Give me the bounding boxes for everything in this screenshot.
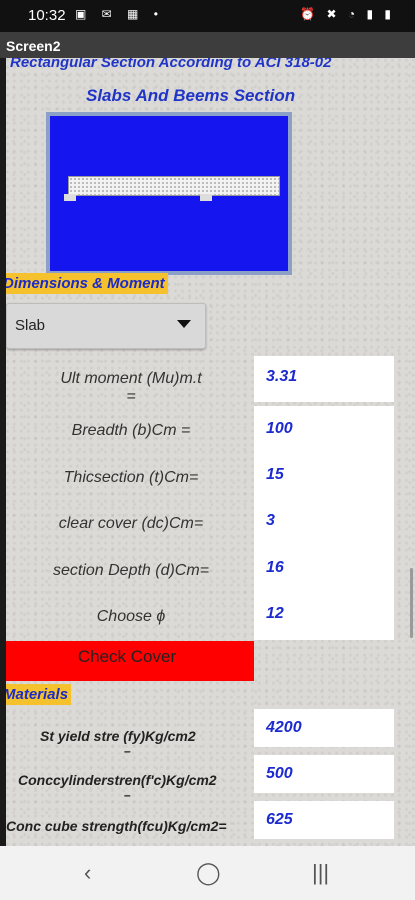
yield-stress-input[interactable]: 4200	[254, 709, 394, 747]
beam-diagram-image	[46, 112, 292, 275]
status-bar: 10:32 ▣ ✉ ▦ • ⏰ ✖ ◔ ▮ ▮	[0, 0, 415, 32]
ult-moment-label: Ult moment (Mu)m.t =	[60, 370, 202, 405]
back-icon[interactable]: ‹	[84, 860, 91, 886]
clear-cover-input[interactable]: 3	[254, 498, 394, 544]
section-depth-label: section Depth (d)Cm=	[52, 562, 210, 579]
section-type-dropdown[interactable]: Slab	[6, 303, 206, 349]
clear-cover-label: clear cover (dc)Cm=	[58, 515, 204, 532]
support-icon	[200, 194, 212, 201]
dropdown-value: Slab	[15, 317, 46, 334]
notification-icons: ▣ ✉ ▦ •	[75, 7, 164, 21]
breadth-input[interactable]: 100	[254, 406, 394, 452]
thickness-label: Thicsection (t)Cm=	[63, 469, 199, 486]
dash-separator: –	[124, 788, 131, 802]
screen-title: Screen2	[6, 38, 61, 54]
section-depth-input[interactable]: 16	[254, 545, 394, 591]
dash-separator: –	[124, 744, 131, 758]
ult-moment-input[interactable]: 3.31	[254, 356, 394, 402]
cylinder-strength-label: Conccylinderstren(f'c)Kg/cm2	[18, 772, 217, 788]
check-cover-button[interactable]: Check Cover	[6, 641, 254, 681]
header-subtitle: Slabs And Beems Section	[86, 86, 296, 105]
beam-icon	[68, 176, 280, 196]
home-icon[interactable]: ◯	[196, 860, 221, 886]
section-dimensions-label: Dimensions & Moment	[6, 273, 168, 294]
cube-strength-label: Conc cube strength(fcu)Kg/cm2=	[6, 818, 227, 834]
header-title: Rectangular Section According to ACI 318…	[10, 58, 332, 71]
choose-diameter-label: Choose ϕ	[96, 608, 166, 625]
navigation-bar: ‹ ◯ |||	[0, 846, 415, 900]
thickness-input[interactable]: 15	[254, 452, 394, 498]
yield-stress-label: St yield stre (fy)Kg/cm2	[40, 728, 196, 744]
breadth-label: Breadth (b)Cm =	[71, 422, 191, 439]
screen-content[interactable]: Rectangular Section According to ACI 318…	[0, 58, 415, 846]
cylinder-strength-input[interactable]: 500	[254, 755, 394, 793]
recents-icon[interactable]: |||	[312, 860, 329, 886]
section-materials-label: Materials	[6, 684, 72, 705]
chevron-down-icon	[177, 320, 191, 328]
status-time: 10:32	[28, 7, 66, 24]
scrollbar[interactable]	[410, 568, 413, 638]
cube-strength-input[interactable]: 625	[254, 801, 394, 839]
system-icons: ⏰ ✖ ◔ ▮ ▮	[300, 7, 395, 21]
support-icon	[64, 194, 76, 201]
title-bar: Screen2	[0, 32, 415, 58]
diameter-input[interactable]: 12	[254, 591, 394, 637]
